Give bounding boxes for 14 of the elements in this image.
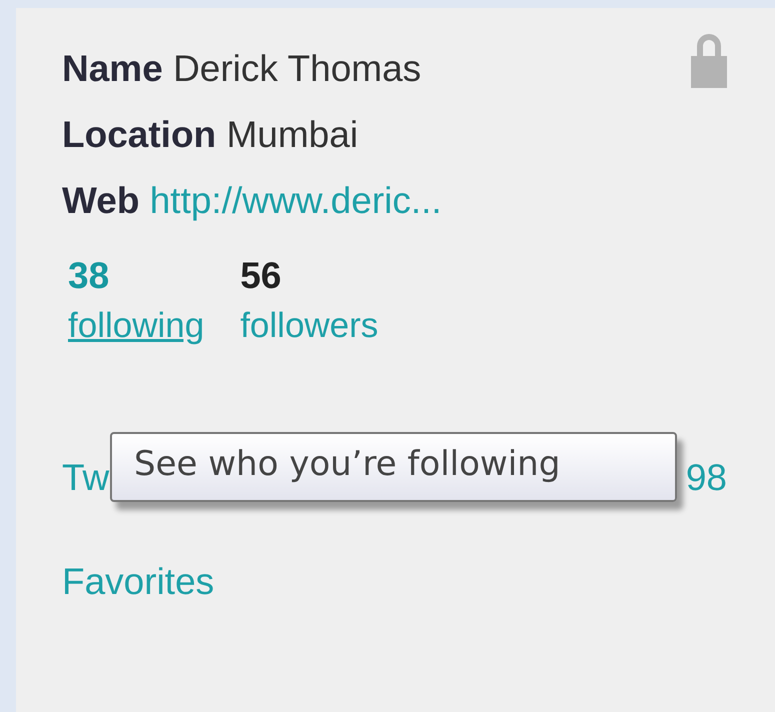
field-label: Name [62,48,163,89]
link-count: 98 [686,456,727,500]
stat-count: 38 [68,254,110,298]
stat-link[interactable]: followers [240,304,378,348]
stat-link[interactable]: following [68,304,204,348]
nav-link[interactable]: Favorites [62,552,214,612]
field-label: Location [62,114,216,155]
web-link[interactable]: http://www.deric... [150,180,442,221]
nav-link[interactable]: Tw [62,448,110,508]
field-value: Derick Thomas [173,48,422,89]
field-value: Mumbai [226,114,358,155]
field-label: Web [62,180,140,221]
tooltip: See who you’re following [110,432,677,502]
stat-count: 56 [240,254,282,298]
